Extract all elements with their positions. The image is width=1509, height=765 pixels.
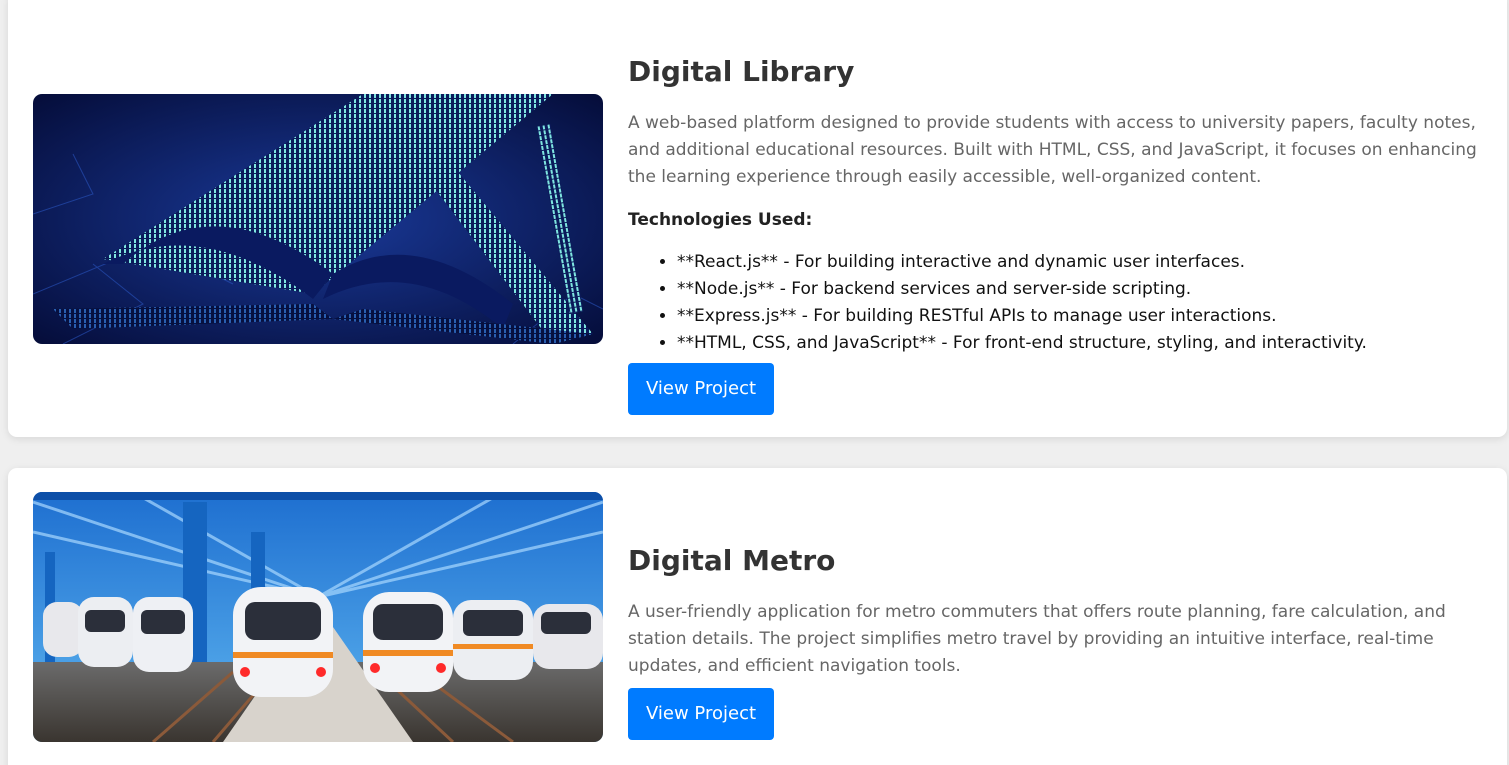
project-card-digital-library: Digital Library A web-based platform des… <box>8 0 1507 437</box>
digital-metro-image <box>33 492 603 742</box>
view-project-button[interactable]: View Project <box>628 363 775 415</box>
digital-library-image <box>33 94 603 344</box>
project-title: Digital Metro <box>628 544 836 577</box>
project-description: A user-friendly application for metro co… <box>628 602 1446 676</box>
technologies-heading: Technologies Used: <box>628 210 813 230</box>
project-content: Digital Metro A user-friendly applicatio… <box>628 543 1488 740</box>
technology-item: **HTML, CSS, and JavaScript** - For fron… <box>677 330 1488 357</box>
project-description: A web-based platform designed to provide… <box>628 113 1477 187</box>
project-title: Digital Library <box>628 55 855 88</box>
open-book-icon <box>33 94 603 344</box>
technology-item: **Node.js** - For backend services and s… <box>677 276 1488 303</box>
technology-item: **Express.js** - For building RESTful AP… <box>677 303 1488 330</box>
project-content: Digital Library A web-based platform des… <box>628 54 1488 415</box>
technology-item: **React.js** - For building interactive … <box>677 249 1488 276</box>
metro-train-icon <box>33 492 603 742</box>
technologies-list: **React.js** - For building interactive … <box>628 249 1488 357</box>
project-card-digital-metro: Digital Metro A user-friendly applicatio… <box>8 468 1507 765</box>
view-project-button[interactable]: View Project <box>628 688 775 740</box>
